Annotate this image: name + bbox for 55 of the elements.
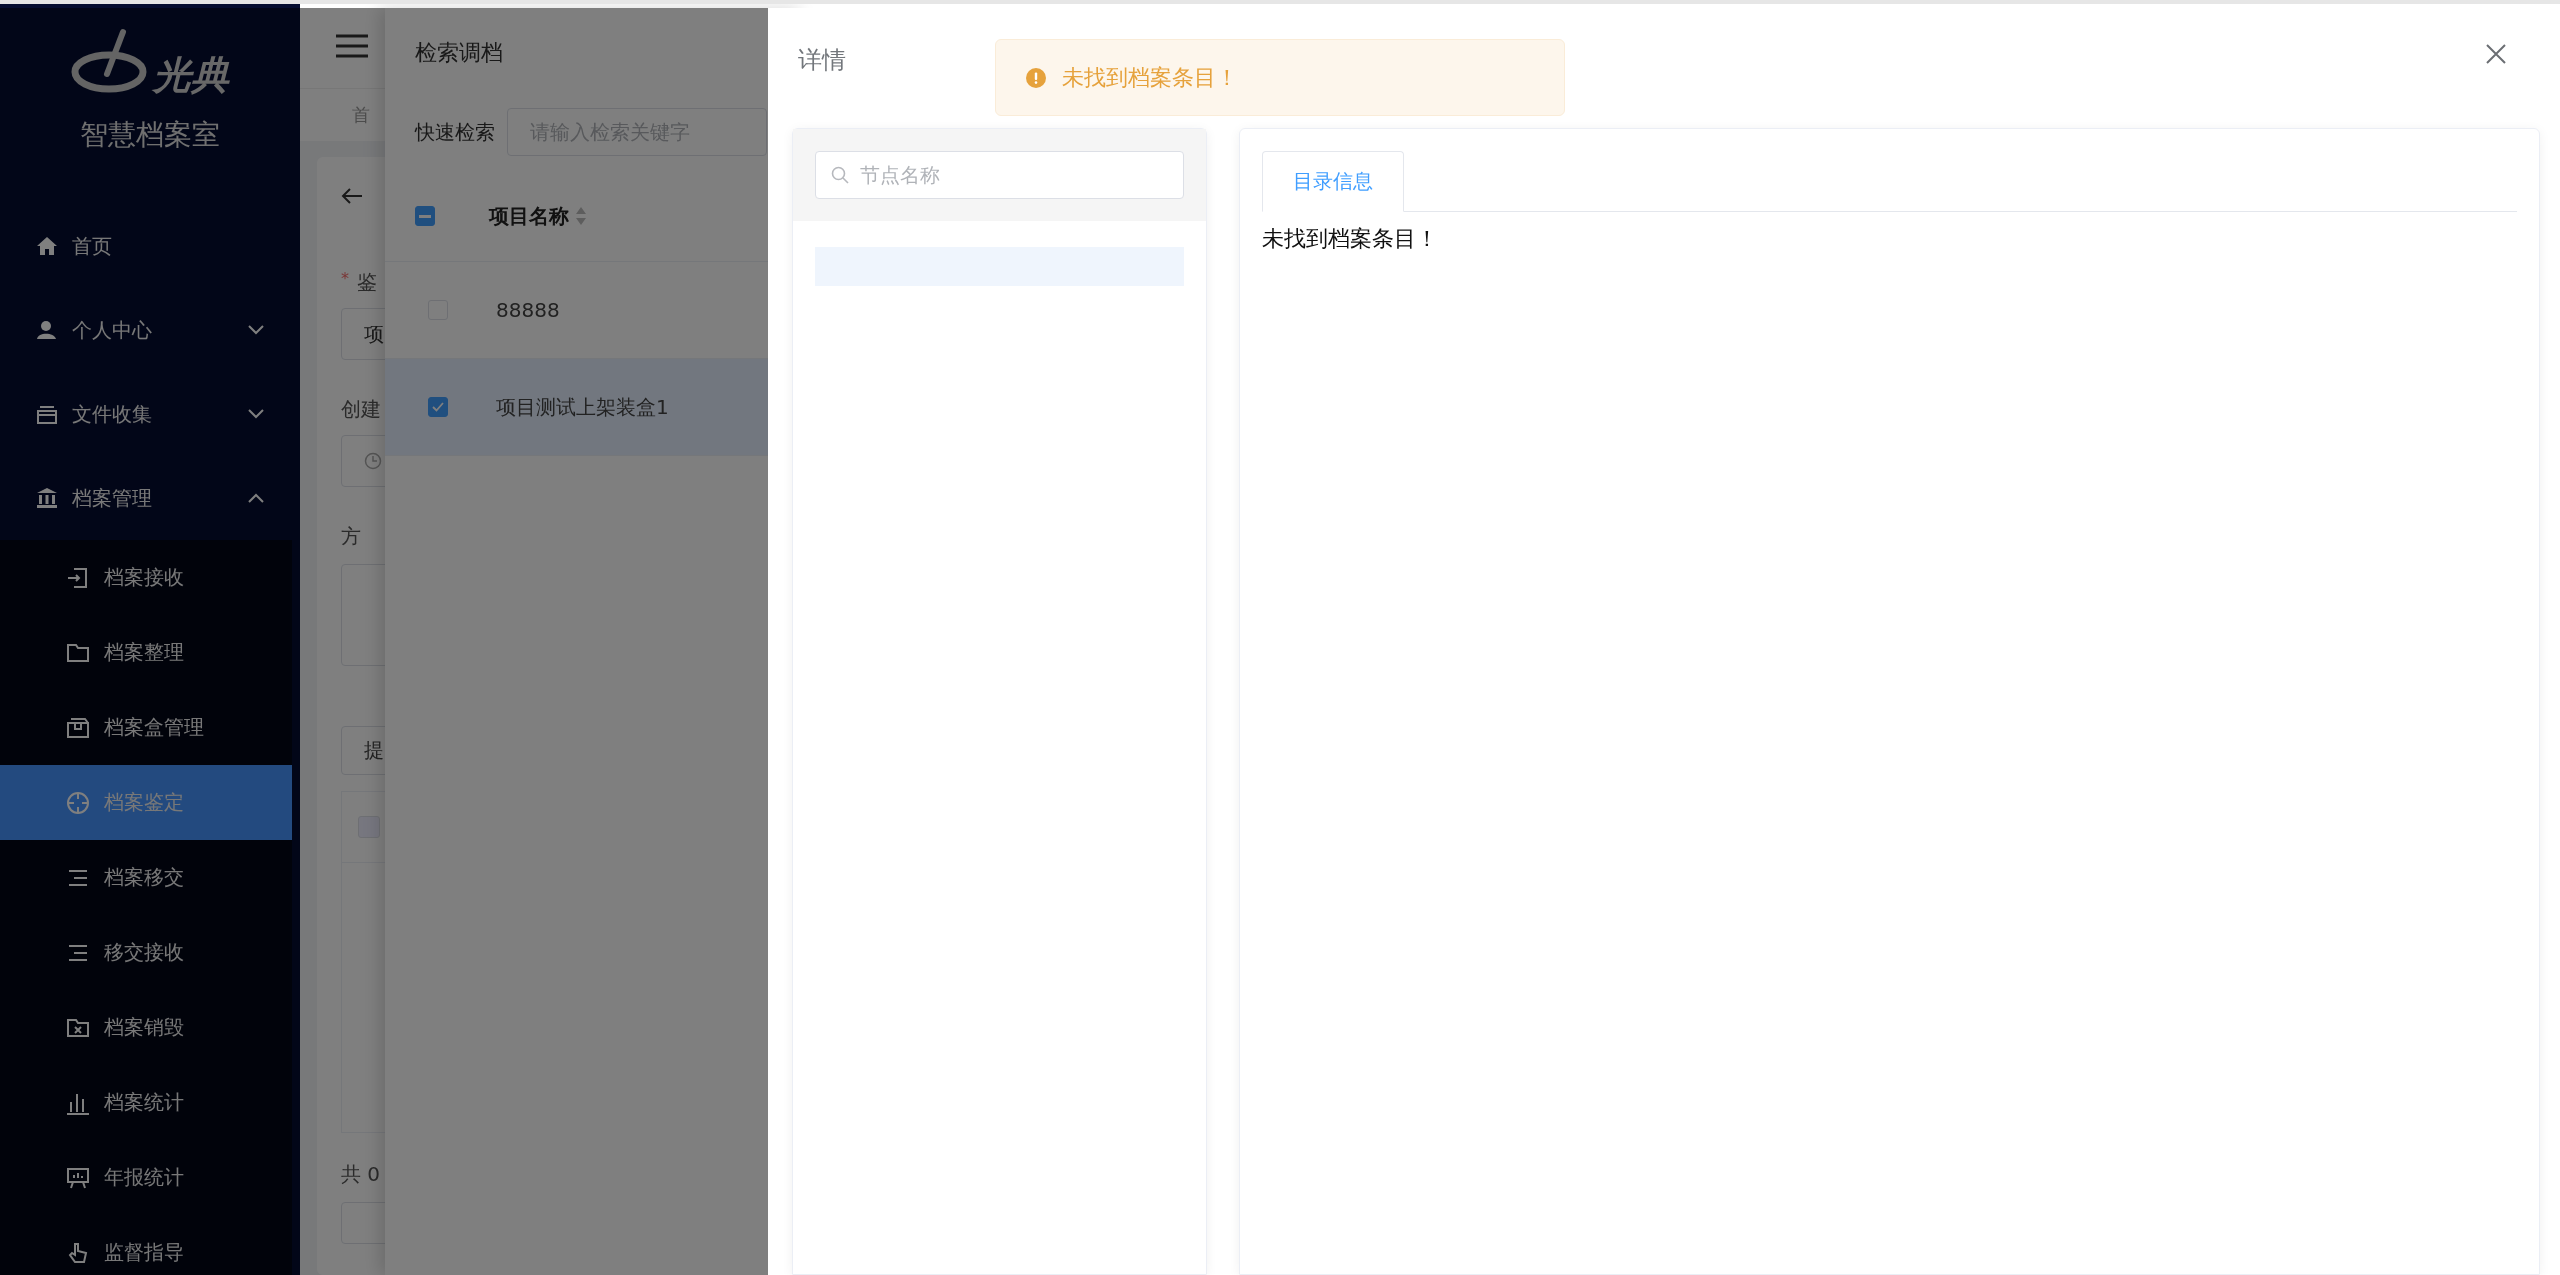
warning-icon [1026, 67, 1046, 88]
chevron-icon [248, 325, 264, 335]
alert-text: 未找到档案条目！ [1062, 63, 1238, 92]
submenu-item[interactable]: 监督指导 [0, 1215, 292, 1275]
logo-icon [71, 28, 147, 94]
total-count: 共 0 [341, 1161, 381, 1188]
close-icon[interactable] [2486, 44, 2506, 64]
submenu-item[interactable]: 档案移交 [0, 840, 292, 915]
box-icon [66, 715, 90, 740]
easel-icon [66, 1165, 90, 1190]
submenu-item[interactable]: 档案整理 [0, 615, 292, 690]
chevron-icon [248, 409, 264, 419]
menu-item[interactable]: 个人中心 [0, 288, 300, 372]
hand-icon [66, 1240, 90, 1265]
drawer-title: 检索调档 [415, 39, 504, 67]
submenu-item[interactable]: 移交接收 [0, 915, 292, 990]
menu-item[interactable]: 档案管理 [0, 456, 300, 540]
field-label: 鉴 [357, 269, 377, 296]
drawer-title: 详情 [798, 45, 846, 76]
checkbox[interactable] [358, 816, 380, 838]
check-icon [432, 402, 444, 412]
table-cell: 项目测试上架装盒1 [496, 393, 669, 421]
menu-item[interactable]: 首页 [0, 204, 300, 288]
sort-icon[interactable] [575, 206, 587, 226]
search-icon [831, 166, 849, 184]
row-checkbox[interactable] [428, 397, 448, 417]
logo-text: 光典 [153, 56, 229, 94]
field-label: 快速检索 [415, 118, 495, 146]
back-arrow-icon[interactable] [341, 187, 363, 205]
menu-item[interactable]: 文件收集 [0, 372, 300, 456]
minus-icon [419, 214, 431, 218]
app-title: 智慧档案室 [79, 117, 221, 153]
select-all-checkbox[interactable] [415, 206, 435, 226]
column-header[interactable]: 项目名称 [489, 202, 569, 230]
search-field[interactable]: 节点名称 [815, 151, 1184, 199]
submenu-item[interactable]: 档案盒管理 [0, 690, 292, 765]
bank-icon [36, 487, 58, 509]
required-mark: * [341, 269, 349, 290]
tab[interactable]: 目录信息 [1262, 151, 1404, 212]
crosshair-icon [66, 790, 90, 815]
table-cell: 88888 [496, 298, 560, 322]
submenu-item[interactable]: 档案接收 [0, 540, 292, 615]
menu-icon[interactable] [336, 34, 368, 58]
submenu-item[interactable]: 年报统计 [0, 1140, 292, 1215]
chevron-icon [248, 493, 264, 503]
field-label: 创建 [341, 396, 381, 423]
clock-icon [364, 452, 382, 470]
door-icon [66, 565, 90, 590]
home-icon [36, 235, 58, 257]
user-icon [36, 319, 58, 341]
tray-icon [36, 403, 58, 425]
message-text: 未找到档案条目！ [1262, 225, 1439, 253]
field-label: 方 [341, 523, 361, 550]
submenu-item[interactable]: 档案销毁 [0, 990, 292, 1065]
submenu-item[interactable]: 档案统计 [0, 1065, 292, 1140]
